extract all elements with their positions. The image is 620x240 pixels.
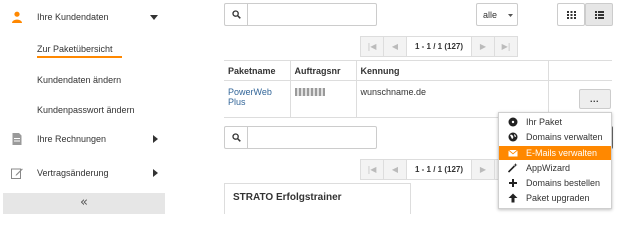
pager-first-button[interactable]: |◀	[360, 159, 384, 180]
edit-icon	[11, 168, 23, 179]
menu-item-label: Ihr Paket	[526, 117, 563, 127]
caret-down-icon	[508, 14, 513, 17]
menu-item-emails-verwalten[interactable]: E-Mails verwalten	[499, 146, 611, 160]
search-icon	[231, 10, 241, 19]
package-link[interactable]: PowerWeb Plus	[228, 87, 272, 107]
pager-first-button[interactable]: |◀	[360, 36, 384, 57]
cell-paketname: PowerWeb Plus	[224, 80, 291, 118]
sidebar-item-kundendaten[interactable]: Kundendaten ändern	[37, 75, 121, 85]
search-icon	[231, 133, 241, 142]
column-header-actions	[548, 60, 612, 81]
wand-icon	[508, 163, 518, 173]
more-icon: ...	[589, 94, 599, 104]
pager-info: 1 - 1 / 1 (127)	[406, 159, 472, 180]
row-actions-button[interactable]: ...	[578, 89, 611, 109]
view-list-button[interactable]	[585, 3, 613, 26]
pager-info: 1 - 1 / 1 (127)	[406, 36, 472, 57]
globe-icon	[508, 132, 518, 142]
chevron-right-icon	[153, 135, 158, 143]
user-icon	[12, 11, 22, 23]
pager-last-button[interactable]: ▶|	[494, 36, 518, 57]
grid-icon	[566, 10, 576, 19]
sidebar-section-contract-label: Vertragsänderung	[37, 168, 109, 178]
plus-icon	[509, 179, 517, 187]
menu-item-label: AppWizard	[526, 163, 571, 173]
sidebar-section-contract[interactable]: Vertragsänderung	[0, 162, 165, 184]
column-header-paketname[interactable]: Paketname	[224, 60, 291, 81]
menu-item-label: Domains bestellen	[526, 178, 601, 188]
package-table: Paketname Auftragsnr Kennung PowerWeb Pl…	[224, 60, 612, 118]
column-header-kennung[interactable]: Kennung	[356, 60, 549, 81]
redacted-order-number	[294, 88, 325, 96]
active-underline	[37, 56, 122, 58]
chevron-down-icon	[150, 15, 158, 20]
arrow-up-icon	[508, 193, 518, 203]
sidebar-section-invoices-label: Ihre Rechnungen	[37, 134, 107, 144]
search-input[interactable]	[224, 3, 377, 26]
pager-next-button[interactable]: ▶	[471, 36, 495, 57]
pager-bottom: |◀ ◀ 1 - 1 / 1 (127) ▶ ▶|	[360, 159, 518, 180]
menu-item-label: Paket upgraden	[526, 193, 590, 203]
pager-prev-button[interactable]: ◀	[383, 36, 407, 57]
sidebar-item-paketuebersicht[interactable]: Zur Paketübersicht	[37, 44, 122, 58]
row-actions-menu: Ihr Paket Domains verwalten E-Mails verw…	[498, 112, 612, 209]
search-button[interactable]	[225, 4, 248, 25]
sidebar-collapse-button[interactable]: «	[3, 193, 165, 214]
column-header-auftragsnr[interactable]: Auftragsnr	[290, 60, 357, 81]
sidebar-section-customer[interactable]: Ihre Kundendaten	[0, 6, 165, 28]
cell-auftragsnr	[290, 80, 357, 118]
view-grid-button[interactable]	[557, 3, 585, 26]
filter-select-value: alle	[483, 10, 498, 20]
menu-item-domains-verwalten[interactable]: Domains verwalten	[499, 130, 611, 144]
search-input-2[interactable]	[224, 126, 377, 149]
pager-prev-button[interactable]: ◀	[383, 159, 407, 180]
sidebar-item-label: Kundendaten ändern	[37, 75, 122, 85]
menu-item-label: Domains verwalten	[526, 132, 603, 142]
sidebar-item-label: Zur Paketübersicht	[37, 44, 113, 54]
sidebar-item-label: Kundenpasswort ändern	[37, 105, 135, 115]
menu-item-paket-upgraden[interactable]: Paket upgraden	[499, 191, 611, 205]
menu-item-domains-bestellen[interactable]: Domains bestellen	[499, 176, 611, 190]
trainer-title: STRATO Erfolgstrainer	[233, 192, 342, 203]
trainer-panel: STRATO Erfolgstrainer	[224, 183, 411, 214]
sidebar-item-kundenpasswort[interactable]: Kundenpasswort ändern	[37, 105, 135, 115]
menu-item-label: E-Mails verwalten	[526, 148, 598, 158]
menu-item-ihr-paket[interactable]: Ihr Paket	[499, 115, 611, 129]
table-header-row: Paketname Auftragsnr Kennung	[224, 60, 612, 81]
disk-icon	[508, 117, 518, 127]
chevron-right-icon	[153, 169, 158, 177]
menu-item-appwizard[interactable]: AppWizard	[499, 161, 611, 175]
envelope-icon	[508, 149, 518, 157]
list-icon	[594, 10, 604, 19]
pager-next-button[interactable]: ▶	[471, 159, 495, 180]
document-icon	[12, 133, 22, 145]
search-button-2[interactable]	[225, 127, 248, 148]
double-chevron-left-icon: «	[80, 195, 88, 210]
filter-select[interactable]: alle	[476, 3, 518, 26]
sidebar-section-invoices[interactable]: Ihre Rechnungen	[0, 128, 165, 150]
pager-top: |◀ ◀ 1 - 1 / 1 (127) ▶ ▶|	[360, 36, 518, 57]
sidebar-section-customer-label: Ihre Kundendaten	[37, 12, 109, 22]
